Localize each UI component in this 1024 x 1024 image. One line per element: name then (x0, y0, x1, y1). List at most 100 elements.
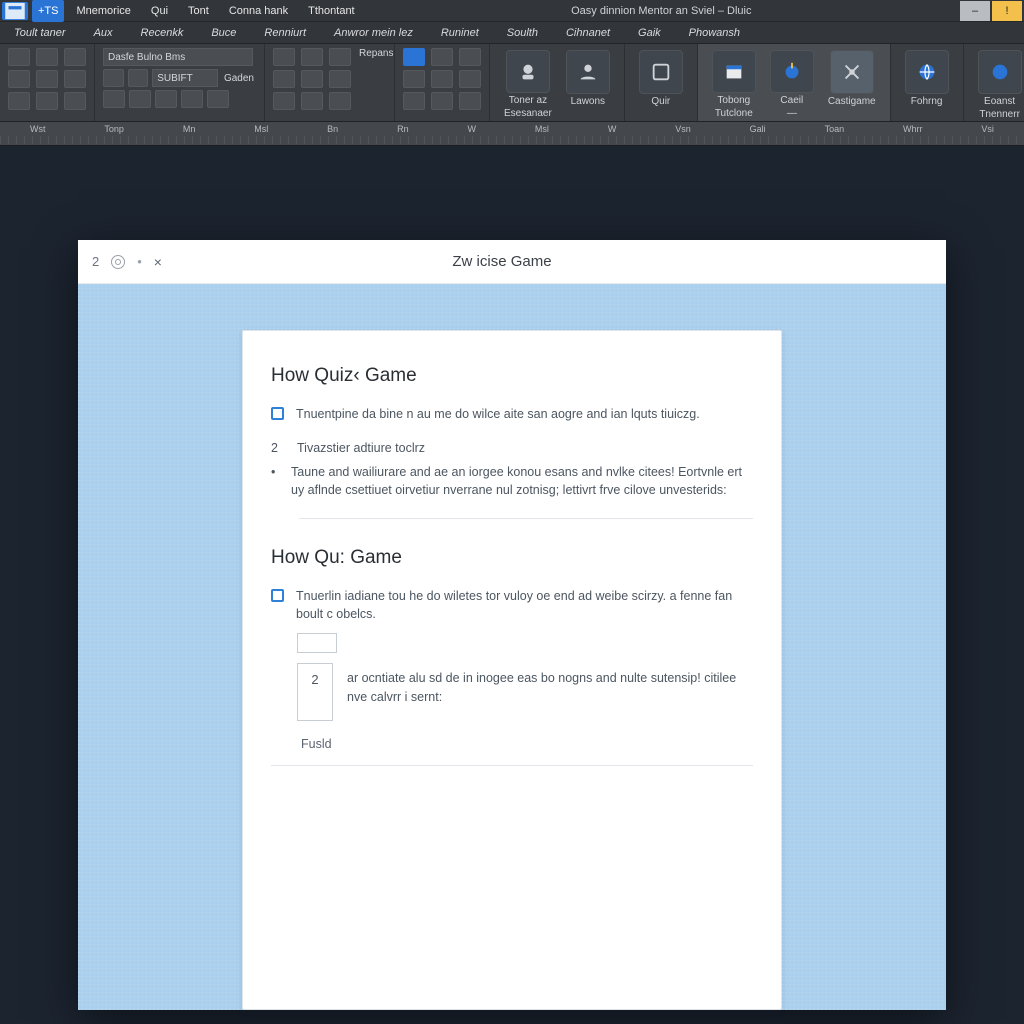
tab-runinet[interactable]: Runinet (427, 22, 493, 44)
answer-block: 2 ar ocntiate alu sd de in inogee eas bo… (271, 633, 753, 766)
toner-icon[interactable] (506, 50, 550, 93)
castigame-icon[interactable] (830, 50, 874, 94)
rib-style-1[interactable] (403, 48, 425, 66)
rib-style-9[interactable] (459, 92, 481, 110)
section1-chk-text: Tnuentpine da bine n au me do wilce aite… (296, 405, 700, 423)
divider-2 (271, 765, 753, 766)
rib-btn-a1[interactable] (8, 48, 30, 66)
caeil-cap2: — (787, 108, 797, 119)
section2-checkbox[interactable] (271, 589, 284, 602)
answer-number-box[interactable]: 2 (297, 663, 333, 721)
fohrng-icon[interactable] (905, 50, 949, 94)
eoanst-cap2: Tnennerr (979, 109, 1020, 120)
rib-btn-style6[interactable] (181, 90, 203, 108)
ruler[interactable]: Wst Tonp Mn Msl Bn Rn W Msl W Vsn Gali T… (0, 122, 1024, 146)
eoanst-cap1: Eoanst (984, 96, 1015, 107)
menu-mnemorice[interactable]: Mnemorice (66, 0, 140, 22)
ribbon-group-big-4: Fohrng (891, 44, 964, 121)
tab-aux[interactable]: Aux (80, 22, 127, 44)
rib-style-3[interactable] (403, 92, 425, 110)
menubar-secondary: Toult taner Aux Recenkk Buce Renniurt An… (0, 22, 1024, 44)
window-minimize-button[interactable]: – (960, 1, 990, 21)
window-warn-button[interactable]: ! (992, 1, 1022, 21)
app-badge[interactable] (2, 2, 28, 20)
rib-para-6[interactable] (301, 92, 323, 110)
menu-tont[interactable]: Tont (178, 0, 219, 22)
section-1: How Quiz‹ Game Tnuentpine da bine n au m… (271, 365, 753, 519)
caeil-cap1: Caeil (780, 95, 803, 106)
rib-para-9[interactable] (329, 92, 351, 110)
para-side-label: Repans (357, 48, 395, 68)
menu-conna[interactable]: Conna hank (219, 0, 298, 22)
tab-cihnanet[interactable]: Cihnanet (552, 22, 624, 44)
rib-para-7[interactable] (329, 48, 351, 66)
tab-renniurt[interactable]: Renniurt (250, 22, 320, 44)
caeil-icon[interactable] (770, 50, 814, 93)
menubar-primary: +TS Mnemorice Qui Tont Conna hank Tthont… (0, 0, 1024, 22)
rib-btn-style7[interactable] (207, 90, 229, 108)
tab-buce[interactable]: Buce (197, 22, 250, 44)
document-page: 2 • × Zw icise Game How Quiz‹ Game Tnuen… (78, 240, 946, 1010)
rib-btn-style4[interactable] (129, 90, 151, 108)
mini-input[interactable] (297, 633, 337, 653)
rib-btn-a5[interactable] (36, 70, 58, 88)
eoanst-icon[interactable] (978, 50, 1022, 94)
rib-para-8[interactable] (329, 70, 351, 88)
rib-btn-style5[interactable] (155, 90, 177, 108)
target-icon[interactable] (111, 255, 125, 269)
tab-gaik[interactable]: Gaik (624, 22, 675, 44)
section1-bullet-text: Taune and wailiurare and ae an iorgee ko… (291, 463, 753, 499)
castigame-cap2: Castigame (828, 96, 876, 107)
ribbon-group-styles (395, 44, 490, 121)
rib-btn-a8[interactable] (64, 70, 86, 88)
quir-icon[interactable] (639, 50, 683, 94)
ribbon-group-big-2: Quir (625, 44, 698, 121)
rib-style-7[interactable] (459, 48, 481, 66)
close-icon[interactable]: × (154, 254, 162, 270)
rib-style-2[interactable] (403, 70, 425, 88)
rib-style-5[interactable] (431, 70, 453, 88)
tab-anwror[interactable]: Anwror mein lez (320, 22, 427, 44)
document-canvas[interactable]: 2 • × Zw icise Game How Quiz‹ Game Tnuen… (0, 146, 1024, 1024)
rib-style-6[interactable] (431, 92, 453, 110)
tab-soulth[interactable]: Soulth (493, 22, 552, 44)
tab-recenkk[interactable]: Recenkk (127, 22, 198, 44)
lawons-icon[interactable] (566, 50, 610, 94)
page-number: 2 (92, 254, 99, 269)
rib-style-8[interactable] (459, 70, 481, 88)
rib-btn-a6[interactable] (36, 92, 58, 110)
rib-btn-style1[interactable] (103, 69, 124, 87)
tab-phowansh[interactable]: Phowansh (675, 22, 754, 44)
section-2-heading: How Qu: Game (271, 547, 753, 569)
rib-btn-style3[interactable] (103, 90, 125, 108)
section1-checkbox[interactable] (271, 407, 284, 420)
tobong-icon[interactable] (712, 50, 756, 93)
lawons-cap1: Lawons (571, 96, 605, 107)
rib-btn-a7[interactable] (64, 48, 86, 66)
rib-para-1[interactable] (273, 48, 295, 66)
tab-toult[interactable]: Toult taner (0, 22, 80, 44)
rib-para-4[interactable] (301, 48, 323, 66)
rib-para-3[interactable] (273, 92, 295, 110)
menu-accent[interactable]: +TS (32, 0, 64, 22)
section2-chk-text: Tnuerlin iadiane tou he do wiletes tor v… (296, 587, 753, 623)
rib-btn-a9[interactable] (64, 92, 86, 110)
rib-btn-style2[interactable] (128, 69, 149, 87)
menu-qui[interactable]: Qui (141, 0, 178, 22)
quir-cap2: Quir (651, 96, 670, 107)
ribbon-group-big-1: Toner az Esesanaer Lawons (490, 44, 625, 121)
rib-btn-a4[interactable] (36, 48, 58, 66)
rib-style-4[interactable] (431, 48, 453, 66)
ribbon: Dasfe Bulno Bms SUBIFT Gaden (0, 44, 1024, 122)
ribbon-group-paragraph: Repans (265, 44, 395, 121)
font-family-combo[interactable]: Dasfe Bulno Bms (103, 48, 253, 66)
menu-tthontant[interactable]: Tthontant (298, 0, 364, 22)
rib-para-5[interactable] (301, 70, 323, 88)
section1-num2-text: Tivazstier adtiure toclrz (297, 439, 425, 457)
rib-btn-a3[interactable] (8, 92, 30, 110)
ribbon-group-big-5: Eoanst Tnennerr (964, 44, 1024, 121)
rib-btn-a2[interactable] (8, 70, 30, 88)
ribbon-group-clipboard (0, 44, 95, 121)
font-size-combo[interactable]: SUBIFT (152, 69, 218, 87)
rib-para-2[interactable] (273, 70, 295, 88)
